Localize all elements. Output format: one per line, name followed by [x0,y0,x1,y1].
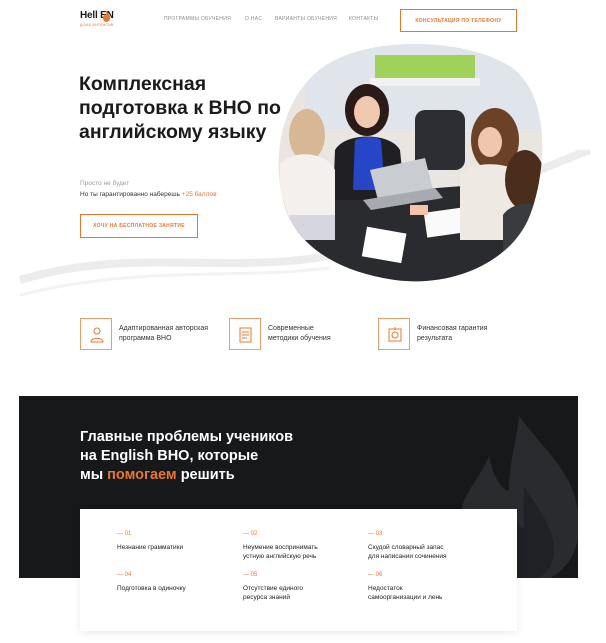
problem-text: Недостаток [368,585,403,592]
site-header: Hell EN ДОМА ИНТЕНСИВ ПРОГРАММЫ ОБУЧЕНИЯ… [0,0,606,44]
hero-subtitle: Просто не будет [80,180,130,187]
feature-label: Адаптированная авторская [119,325,209,332]
problem-text: Подготовка в одиночку [117,585,186,592]
feature-label: программа ВНО [119,335,172,342]
problem-text: ресурса знаний [243,594,290,601]
problems-title-prefix: мы [80,467,108,483]
problem-item: — 03 Скудой словарный запас для написани… [368,531,488,561]
problem-text: устную английскую речь [243,553,317,560]
problem-text: Отсутствие единого [243,585,304,592]
hero-title: Комплексная подготовка к ВНО по английск… [79,73,281,143]
problem-text: Скудой словарный запас [368,544,444,551]
hero-promise-accent: +25 баллов [181,191,217,198]
feature-label: методики обучения [268,335,331,342]
problem-item: — 06 Недостаток самоорганизации и лень [368,572,488,602]
problem-number: — 06 [368,572,383,578]
hero-promise: Но ты гарантированно наберешь +25 баллов [80,191,217,198]
logo[interactable]: Hell EN ДОМА ИНТЕНСИВ [80,10,130,34]
nav-options[interactable]: ВАРИАНТЫ ОБУЧЕНИЯ [275,16,337,22]
phone-consultation-button[interactable]: КОНСУЛЬТАЦИЯ ПО ТЕЛЕФОНУ [400,9,517,32]
problem-text: для написании сочинения [368,553,447,560]
problem-text: Незнание грамматики [117,544,184,551]
feature-label: результата [417,335,453,342]
problems-title-suffix: решить [176,467,235,483]
problem-number: — 02 [243,531,258,537]
free-lesson-button[interactable]: ХОЧУ НА БЕСПЛАТНОЕ ЗАНЯТИЕ [80,214,198,238]
nav-programs[interactable]: ПРОГРАММЫ ОБУЧЕНИЯ [164,16,231,22]
problem-text: самоорганизации и лень [368,594,443,601]
teacher-icon [80,318,112,350]
problems-card: — 01 Незнание грамматики — 02 Неумение в… [80,509,517,631]
problem-item: — 04 Подготовка в одиночку [117,572,237,593]
nav-contacts[interactable]: КОНТАКТЫ [349,16,378,22]
problem-text: Неумение воспринимать [243,544,318,551]
problem-item: — 05 Отсутствие единого ресурса знаний [243,572,363,602]
hero-promise-text: Но ты гарантированно наберешь [80,191,182,198]
flame-icon [102,11,111,22]
problems-title: Главные проблемы учеников на English ВНО… [80,428,380,485]
document-icon [229,318,261,350]
problems-title-line: на English ВНО, которые [80,448,259,464]
problems-title-line: Главные проблемы учеников [80,429,294,445]
problem-number: — 04 [117,572,132,578]
problem-item: — 01 Незнание грамматики [117,531,237,552]
problem-number: — 05 [243,572,258,578]
feature-label: Современные [268,325,314,332]
guarantee-icon [378,318,410,350]
problems-title-accent: помогаем [107,467,177,483]
logo-subtitle: ДОМА ИНТЕНСИВ [80,23,114,27]
problem-number: — 01 [117,531,132,537]
feature-label: Финансовая гарантия [417,325,488,332]
problem-item: — 02 Неумение воспринимать устную англий… [243,531,363,561]
problem-number: — 03 [368,531,383,537]
nav-about[interactable]: О НАС [245,16,262,22]
hero-photo [278,43,543,282]
